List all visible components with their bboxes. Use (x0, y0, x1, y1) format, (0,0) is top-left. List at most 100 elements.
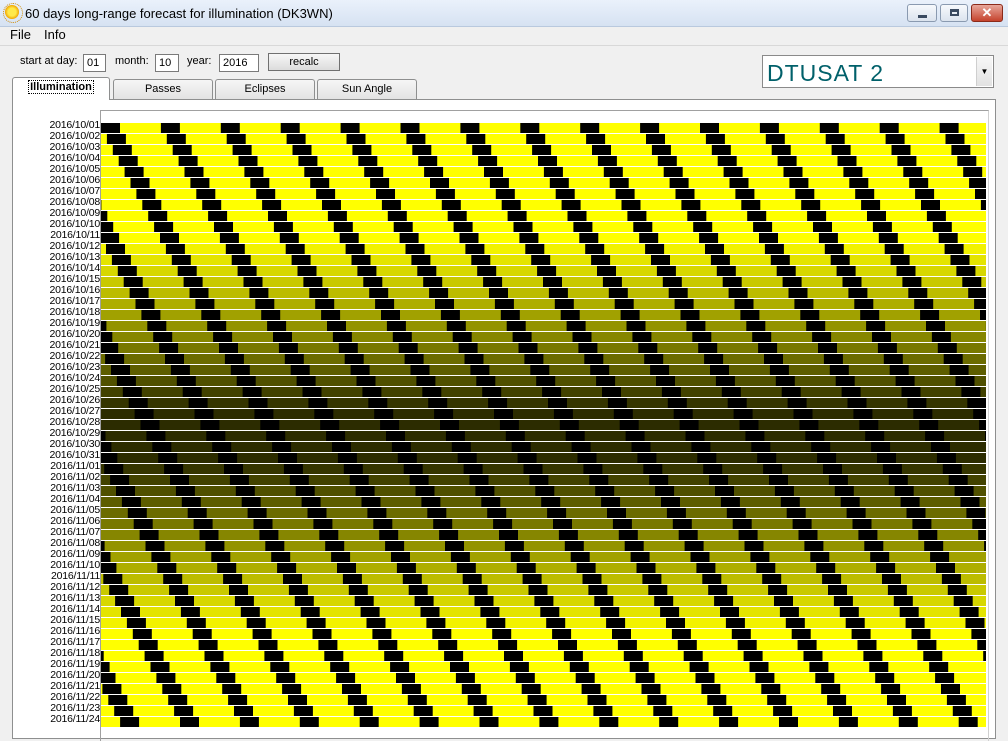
eclipse-segment (681, 310, 700, 320)
eclipse-segment (406, 134, 425, 144)
eclipse-segment (535, 486, 554, 496)
tab-label: Sun Angle (342, 83, 392, 95)
eclipse-segment (595, 486, 614, 496)
eclipse-segment (321, 310, 340, 320)
eclipse-segment (985, 431, 986, 441)
eclipse-segment (264, 651, 283, 661)
eclipse-segment (686, 321, 705, 331)
eclipse-segment (592, 145, 611, 155)
tab-sun-angle[interactable]: Sun Angle (317, 79, 417, 99)
sunlit-band (101, 299, 986, 309)
menu-info[interactable]: Info (44, 27, 66, 43)
eclipse-segment (912, 519, 931, 529)
eclipse-segment (393, 332, 412, 342)
eclipse-segment (480, 607, 499, 617)
eclipse-segment (830, 365, 849, 375)
eclipse-segment (160, 233, 179, 243)
eclipse-segment (219, 343, 238, 353)
eclipse-segment (189, 398, 208, 408)
eclipse-segment (428, 398, 447, 408)
eclipse-segment (879, 233, 898, 243)
tab-passes[interactable]: Passes (113, 79, 213, 99)
maximize-button[interactable] (940, 4, 968, 22)
eclipse-segment (697, 453, 716, 463)
eclipse-segment (956, 376, 975, 386)
satellite-select[interactable]: DTUSAT 2 ▼ (762, 55, 994, 88)
sunlit-band (101, 222, 986, 232)
eclipse-segment (930, 552, 949, 562)
eclipse-segment (667, 508, 686, 518)
eclipse-segment (239, 156, 258, 166)
close-button[interactable]: ✕ (971, 4, 1003, 22)
eclipse-segment (907, 508, 926, 518)
day-input[interactable]: 01 (83, 54, 106, 72)
eclipse-segment (875, 673, 894, 683)
eclipse-segment (476, 376, 495, 386)
tab-eclipses[interactable]: Eclipses (215, 79, 315, 99)
eclipse-segment (826, 134, 845, 144)
eclipse-segment (614, 409, 633, 419)
recalc-button[interactable]: recalc (268, 53, 340, 71)
eclipse-segment (824, 354, 843, 364)
eclipse-segment (325, 541, 344, 551)
eclipse-segment (534, 706, 553, 716)
eclipse-segment (687, 211, 706, 221)
eclipse-segment (960, 607, 979, 617)
eclipse-segment (763, 464, 782, 474)
eclipse-segment (111, 365, 130, 375)
eclipse-segment (954, 596, 973, 606)
eclipse-segment (280, 233, 299, 243)
eclipse-segment (232, 255, 251, 265)
eclipse-segment (405, 354, 424, 364)
eclipse-segment (358, 156, 377, 166)
eclipse-segment (835, 486, 854, 496)
tab-illumination[interactable]: Illumination (12, 77, 110, 100)
eclipse-segment (140, 530, 159, 540)
illumination-chart (101, 123, 986, 729)
eclipse-segment (669, 288, 688, 298)
eclipse-segment (858, 640, 877, 650)
eclipse-segment (624, 651, 643, 661)
eclipse-segment (915, 189, 934, 199)
sunlit-band (101, 211, 986, 221)
eclipse-segment (812, 332, 831, 342)
eclipse-segment (544, 167, 563, 177)
eclipse-segment (945, 244, 964, 254)
eclipse-segment (660, 607, 679, 617)
eclipse-segment (362, 387, 381, 397)
eclipse-segment (852, 629, 871, 639)
eclipse-segment (166, 244, 185, 254)
eclipse-segment (423, 277, 442, 287)
eclipse-segment (175, 596, 194, 606)
eclipse-segment (113, 145, 132, 155)
eclipse-segment (499, 530, 518, 540)
eclipse-segment (151, 552, 170, 562)
eclipse-segment (438, 640, 457, 650)
eclipse-segment (980, 310, 986, 320)
chevron-down-icon[interactable]: ▼ (976, 57, 992, 86)
eclipse-segment (684, 651, 703, 661)
eclipse-segment (854, 299, 873, 309)
eclipse-segment (118, 266, 137, 276)
eclipse-segment (541, 497, 560, 507)
eclipse-segment (959, 717, 978, 727)
eclipse-segment (759, 233, 778, 243)
minimize-button[interactable] (907, 4, 937, 22)
eclipse-segment (610, 178, 629, 188)
eclipse-segment (675, 299, 694, 309)
month-input[interactable]: 10 (155, 54, 179, 72)
eclipse-segment (202, 200, 221, 210)
eclipse-segment (744, 651, 763, 661)
eclipse-segment (518, 453, 537, 463)
eclipse-segment (886, 134, 905, 144)
sunlit-band (101, 530, 986, 540)
menu-file[interactable]: File (10, 27, 31, 43)
eclipse-segment (654, 596, 673, 606)
eclipse-segment (390, 662, 409, 672)
eclipse-segment (475, 596, 494, 606)
eclipse-segment (940, 123, 959, 133)
eclipse-segment (341, 123, 360, 133)
year-input[interactable]: 2016 (219, 54, 259, 72)
eclipse-segment (876, 563, 895, 573)
eclipse-segment (962, 277, 981, 287)
